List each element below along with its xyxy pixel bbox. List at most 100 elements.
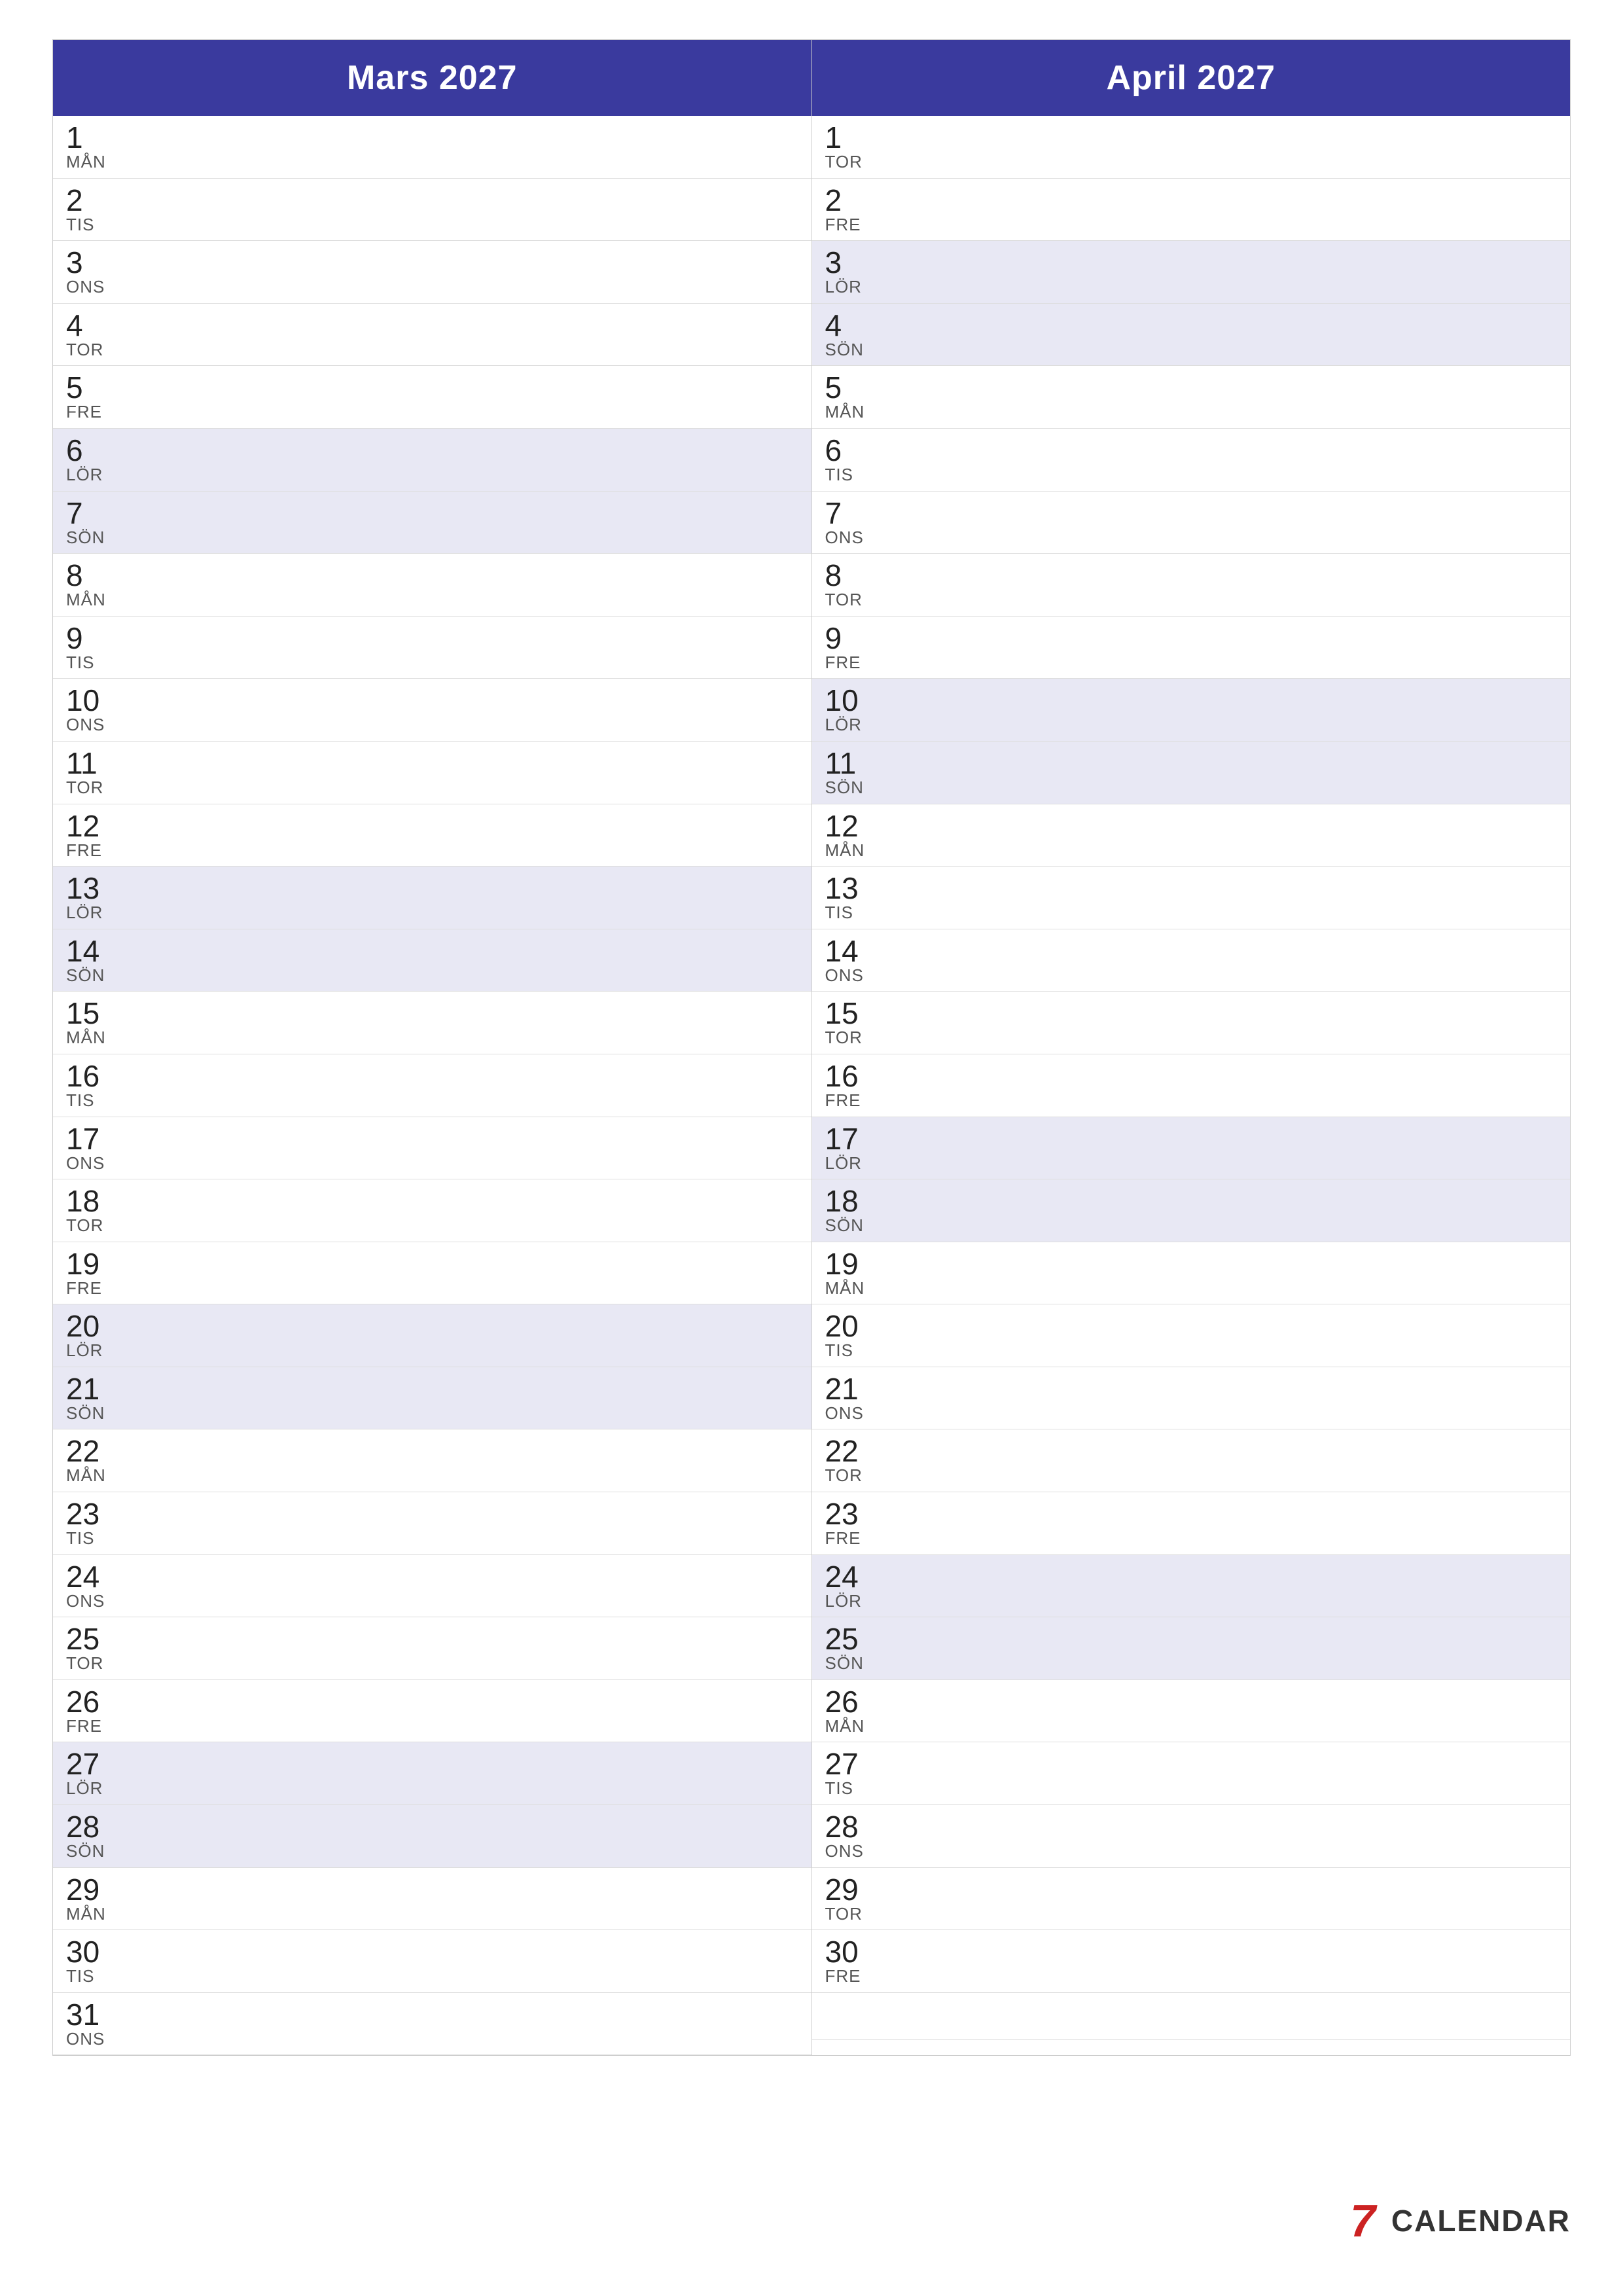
- april-day-name-13: TIS: [825, 903, 859, 922]
- mars-day-info-21: 21SÖN: [66, 1374, 105, 1423]
- mars-day-name-1: MÅN: [66, 152, 106, 171]
- mars-day-name-19: FRE: [66, 1279, 102, 1298]
- april-day-number-12: 12: [825, 811, 865, 841]
- april-day-row-14: 14ONS: [812, 929, 1571, 992]
- april-day-info-16: 16FRE: [825, 1061, 861, 1110]
- month-header-mars: Mars 2027: [53, 40, 812, 116]
- mars-day-row-6: 6LÖR: [53, 429, 812, 492]
- mars-day-name-5: FRE: [66, 403, 102, 422]
- april-day-row-24: 24LÖR: [812, 1555, 1571, 1618]
- mars-day-name-13: LÖR: [66, 903, 103, 922]
- mars-day-row-14: 14SÖN: [53, 929, 812, 992]
- april-day-info-24: 24LÖR: [825, 1562, 862, 1611]
- mars-day-row-23: 23TIS: [53, 1492, 812, 1555]
- mars-day-name-27: LÖR: [66, 1779, 103, 1798]
- april-day-row-4: 4SÖN: [812, 304, 1571, 367]
- april-day-info-25: 25SÖN: [825, 1624, 864, 1673]
- mars-day-name-22: MÅN: [66, 1466, 106, 1485]
- mars-day-number-31: 31: [66, 2000, 105, 2030]
- april-day-number-19: 19: [825, 1249, 865, 1279]
- mars-day-name-3: ONS: [66, 278, 105, 296]
- mars-day-name-31: ONS: [66, 2030, 105, 2049]
- april-day-info-27: 27TIS: [825, 1749, 859, 1798]
- mars-day-info-29: 29MÅN: [66, 1874, 106, 1924]
- april-day-name-27: TIS: [825, 1779, 859, 1798]
- april-day-info-21: 21ONS: [825, 1374, 864, 1423]
- april-day-info-10: 10LÖR: [825, 685, 862, 734]
- april-day-info-26: 26MÅN: [825, 1687, 865, 1736]
- april-day-name-18: SÖN: [825, 1216, 864, 1235]
- april-day-row-9: 9FRE: [812, 617, 1571, 679]
- april-day-name-28: ONS: [825, 1842, 864, 1861]
- april-day-number-9: 9: [825, 623, 861, 653]
- april-day-info-23: 23FRE: [825, 1499, 861, 1548]
- april-day-number-16: 16: [825, 1061, 861, 1091]
- april-day-name-3: LÖR: [825, 278, 862, 296]
- april-day-info-28: 28ONS: [825, 1812, 864, 1861]
- mars-day-number-13: 13: [66, 873, 103, 903]
- mars-day-info-2: 2TIS: [66, 185, 94, 234]
- mars-day-number-24: 24: [66, 1562, 105, 1592]
- mars-day-row-1: 1MÅN: [53, 116, 812, 179]
- mars-day-row-15: 15MÅN: [53, 992, 812, 1054]
- april-day-number-11: 11: [825, 748, 864, 778]
- mars-day-number-8: 8: [66, 560, 106, 590]
- april-day-info-4: 4SÖN: [825, 310, 864, 359]
- april-day-number-25: 25: [825, 1624, 864, 1654]
- mars-day-number-15: 15: [66, 998, 106, 1028]
- mars-day-name-17: ONS: [66, 1154, 105, 1173]
- april-day-row-12: 12MÅN: [812, 804, 1571, 867]
- april-day-name-20: TIS: [825, 1341, 859, 1360]
- mars-day-row-18: 18TOR: [53, 1179, 812, 1242]
- april-day-name-19: MÅN: [825, 1279, 865, 1298]
- april-day-row-8: 8TOR: [812, 554, 1571, 617]
- mars-day-info-24: 24ONS: [66, 1562, 105, 1611]
- april-day-row-16: 16FRE: [812, 1054, 1571, 1117]
- april-day-number-26: 26: [825, 1687, 865, 1717]
- april-day-info-7: 7ONS: [825, 498, 864, 547]
- april-day-row-23: 23FRE: [812, 1492, 1571, 1555]
- april-day-number-4: 4: [825, 310, 864, 340]
- mars-day-name-25: TOR: [66, 1654, 103, 1673]
- april-day-info-30: 30FRE: [825, 1937, 861, 1986]
- april-day-row-2: 2FRE: [812, 179, 1571, 242]
- mars-day-info-22: 22MÅN: [66, 1436, 106, 1485]
- mars-day-number-1: 1: [66, 122, 106, 152]
- mars-day-name-29: MÅN: [66, 1905, 106, 1924]
- page: Mars 2027 1MÅN2TIS3ONS4TOR5FRE6LÖR7SÖN8M…: [0, 0, 1623, 2296]
- mars-day-info-4: 4TOR: [66, 310, 103, 359]
- april-day-number-17: 17: [825, 1124, 862, 1154]
- april-day-number-29: 29: [825, 1874, 863, 1905]
- april-day-row-19: 19MÅN: [812, 1242, 1571, 1305]
- mars-day-number-30: 30: [66, 1937, 99, 1967]
- mars-day-number-12: 12: [66, 811, 102, 841]
- mars-day-info-17: 17ONS: [66, 1124, 105, 1173]
- logo-calendar-text: CALENDAR: [1391, 2203, 1571, 2238]
- april-day-row-7: 7ONS: [812, 492, 1571, 554]
- mars-day-info-14: 14SÖN: [66, 936, 105, 985]
- april-day-name-23: FRE: [825, 1529, 861, 1548]
- mars-day-row-4: 4TOR: [53, 304, 812, 367]
- april-day-info-2: 2FRE: [825, 185, 861, 234]
- mars-day-info-19: 19FRE: [66, 1249, 102, 1298]
- mars-day-info-28: 28SÖN: [66, 1812, 105, 1861]
- mars-day-number-7: 7: [66, 498, 105, 528]
- april-day-row-18: 18SÖN: [812, 1179, 1571, 1242]
- april-day-name-24: LÖR: [825, 1592, 862, 1611]
- mars-day-name-23: TIS: [66, 1529, 99, 1548]
- april-day-name-11: SÖN: [825, 778, 864, 797]
- mars-day-number-2: 2: [66, 185, 94, 215]
- april-day-number-14: 14: [825, 936, 864, 966]
- mars-days-container: 1MÅN2TIS3ONS4TOR5FRE6LÖR7SÖN8MÅN9TIS10ON…: [53, 116, 812, 2055]
- mars-day-number-18: 18: [66, 1186, 103, 1216]
- mars-day-name-11: TOR: [66, 778, 103, 797]
- april-day-name-10: LÖR: [825, 715, 862, 734]
- mars-day-info-30: 30TIS: [66, 1937, 99, 1986]
- april-day-number-2: 2: [825, 185, 861, 215]
- mars-day-number-27: 27: [66, 1749, 103, 1779]
- mars-day-row-20: 20LÖR: [53, 1304, 812, 1367]
- mars-day-name-12: FRE: [66, 841, 102, 860]
- mars-day-info-1: 1MÅN: [66, 122, 106, 171]
- april-day-number-24: 24: [825, 1562, 862, 1592]
- april-day-info-20: 20TIS: [825, 1311, 859, 1360]
